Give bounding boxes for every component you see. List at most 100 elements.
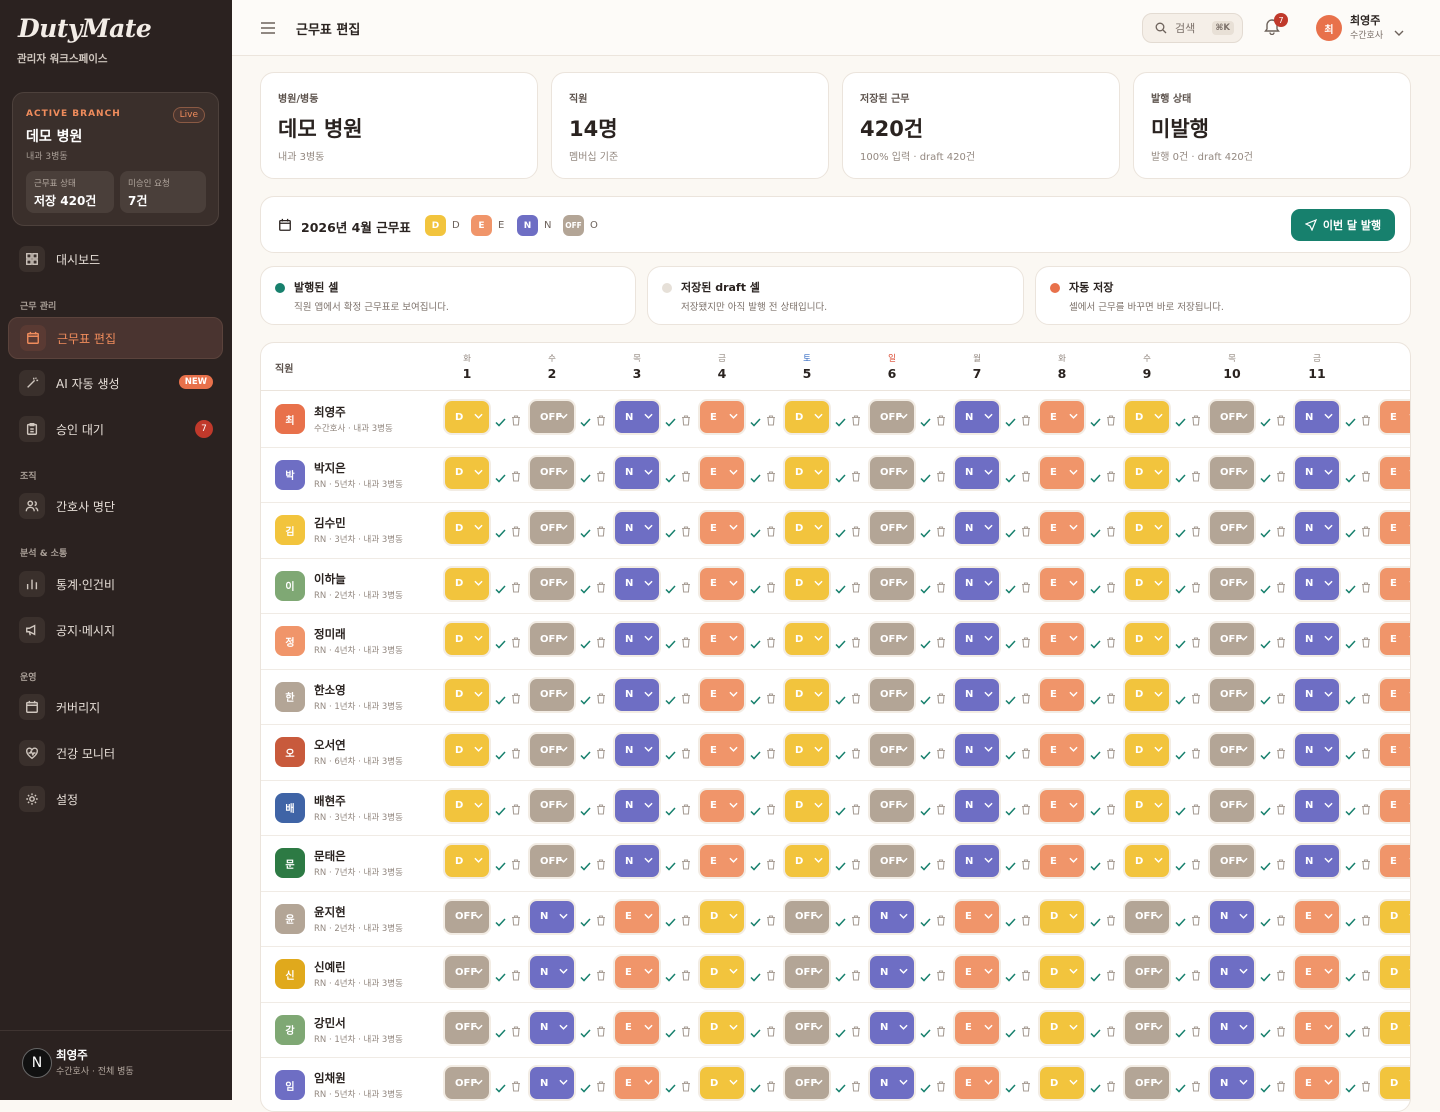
- shift-select[interactable]: D: [443, 565, 491, 602]
- trash-icon[interactable]: [681, 578, 691, 597]
- trash-icon[interactable]: [1276, 966, 1286, 985]
- shift-select[interactable]: E: [613, 1009, 661, 1046]
- trash-icon[interactable]: [1191, 411, 1201, 430]
- shift-select[interactable]: D: [1123, 399, 1171, 435]
- trash-icon[interactable]: [596, 467, 606, 486]
- shift-select[interactable]: N: [953, 454, 1001, 491]
- shift-select[interactable]: OFF: [528, 399, 576, 435]
- shift-select[interactable]: N: [613, 454, 661, 491]
- trash-icon[interactable]: [936, 911, 946, 930]
- shift-select[interactable]: N: [953, 843, 1001, 879]
- trash-icon[interactable]: [766, 467, 776, 486]
- shift-select[interactable]: E: [698, 843, 746, 879]
- shift-select[interactable]: D: [1123, 510, 1171, 546]
- sidebar-item-stats[interactable]: 통계·인건비: [8, 563, 223, 605]
- shift-select[interactable]: OFF: [1208, 732, 1256, 768]
- trash-icon[interactable]: [936, 855, 946, 874]
- trash-icon[interactable]: [681, 966, 691, 985]
- shift-select[interactable]: OFF: [1208, 843, 1256, 879]
- trash-icon[interactable]: [511, 467, 521, 486]
- trash-icon[interactable]: [1106, 467, 1116, 486]
- trash-icon[interactable]: [936, 467, 946, 486]
- shift-select[interactable]: D: [1123, 676, 1171, 713]
- shift-select[interactable]: OFF: [783, 1009, 831, 1046]
- trash-icon[interactable]: [511, 800, 521, 819]
- sidebar-item-approvals[interactable]: 승인 대기 7: [8, 408, 223, 450]
- shift-select[interactable]: N: [1293, 399, 1341, 435]
- chevron-down-icon[interactable]: [1394, 22, 1404, 41]
- trash-icon[interactable]: [1106, 633, 1116, 652]
- shift-select[interactable]: E: [1378, 787, 1410, 824]
- shift-select[interactable]: D: [783, 787, 831, 824]
- trash-icon[interactable]: [596, 633, 606, 652]
- trash-icon[interactable]: [1191, 467, 1201, 486]
- shift-select[interactable]: N: [528, 954, 576, 990]
- shift-select[interactable]: OFF: [443, 1009, 491, 1046]
- shift-select[interactable]: E: [613, 954, 661, 990]
- trash-icon[interactable]: [936, 578, 946, 597]
- trash-icon[interactable]: [1021, 966, 1031, 985]
- trash-icon[interactable]: [851, 1077, 861, 1096]
- shift-select[interactable]: N: [1293, 454, 1341, 491]
- trash-icon[interactable]: [1361, 578, 1371, 597]
- shift-select[interactable]: E: [1378, 565, 1410, 602]
- shift-select[interactable]: N: [1293, 787, 1341, 824]
- trash-icon[interactable]: [681, 800, 691, 819]
- sidebar-item-schedule-edit[interactable]: 근무표 편집: [8, 317, 223, 359]
- shift-select[interactable]: D: [443, 621, 491, 657]
- shift-select[interactable]: D: [783, 565, 831, 602]
- trash-icon[interactable]: [1361, 689, 1371, 708]
- shift-select[interactable]: OFF: [528, 454, 576, 491]
- shift-select[interactable]: N: [528, 1065, 576, 1101]
- trash-icon[interactable]: [1276, 744, 1286, 763]
- shift-select[interactable]: N: [1293, 676, 1341, 713]
- trash-icon[interactable]: [1106, 966, 1116, 985]
- trash-icon[interactable]: [1191, 522, 1201, 541]
- shift-select[interactable]: E: [1378, 510, 1410, 546]
- shift-select[interactable]: E: [1038, 621, 1086, 657]
- shift-select[interactable]: D: [698, 898, 746, 935]
- shift-select[interactable]: D: [1378, 954, 1410, 990]
- trash-icon[interactable]: [851, 744, 861, 763]
- shift-select[interactable]: N: [953, 676, 1001, 713]
- shift-select[interactable]: N: [613, 510, 661, 546]
- sidebar-item-ai-generate[interactable]: AI 자동 생성 NEW: [8, 362, 223, 404]
- shift-select[interactable]: E: [1038, 565, 1086, 602]
- trash-icon[interactable]: [1361, 1077, 1371, 1096]
- shift-select[interactable]: D: [783, 454, 831, 491]
- shift-select[interactable]: N: [613, 399, 661, 435]
- trash-icon[interactable]: [766, 855, 776, 874]
- shift-select[interactable]: E: [953, 1009, 1001, 1046]
- trash-icon[interactable]: [1276, 411, 1286, 430]
- trash-icon[interactable]: [1276, 689, 1286, 708]
- shift-select[interactable]: OFF: [783, 1065, 831, 1101]
- trash-icon[interactable]: [1361, 855, 1371, 874]
- shift-select[interactable]: E: [1038, 399, 1086, 435]
- shift-select[interactable]: OFF: [868, 843, 916, 879]
- shift-select[interactable]: E: [698, 732, 746, 768]
- trash-icon[interactable]: [766, 800, 776, 819]
- trash-icon[interactable]: [851, 689, 861, 708]
- shift-select[interactable]: N: [1208, 898, 1256, 935]
- trash-icon[interactable]: [936, 966, 946, 985]
- trash-icon[interactable]: [1021, 744, 1031, 763]
- shift-select[interactable]: OFF: [443, 954, 491, 990]
- trash-icon[interactable]: [851, 633, 861, 652]
- shift-select[interactable]: N: [613, 621, 661, 657]
- shift-select[interactable]: E: [1378, 399, 1410, 435]
- notification-button[interactable]: 7: [1264, 13, 1288, 39]
- trash-icon[interactable]: [1191, 744, 1201, 763]
- shift-select[interactable]: N: [1293, 843, 1341, 879]
- trash-icon[interactable]: [851, 411, 861, 430]
- shift-select[interactable]: N: [953, 787, 1001, 824]
- shift-select[interactable]: OFF: [868, 565, 916, 602]
- trash-icon[interactable]: [1361, 800, 1371, 819]
- trash-icon[interactable]: [681, 411, 691, 430]
- trash-icon[interactable]: [1106, 689, 1116, 708]
- shift-select[interactable]: E: [1293, 898, 1341, 935]
- shift-select[interactable]: N: [1293, 621, 1341, 657]
- shift-select[interactable]: E: [1378, 843, 1410, 879]
- shift-select[interactable]: E: [1378, 732, 1410, 768]
- shift-select[interactable]: OFF: [1123, 954, 1171, 990]
- shift-select[interactable]: N: [868, 898, 916, 935]
